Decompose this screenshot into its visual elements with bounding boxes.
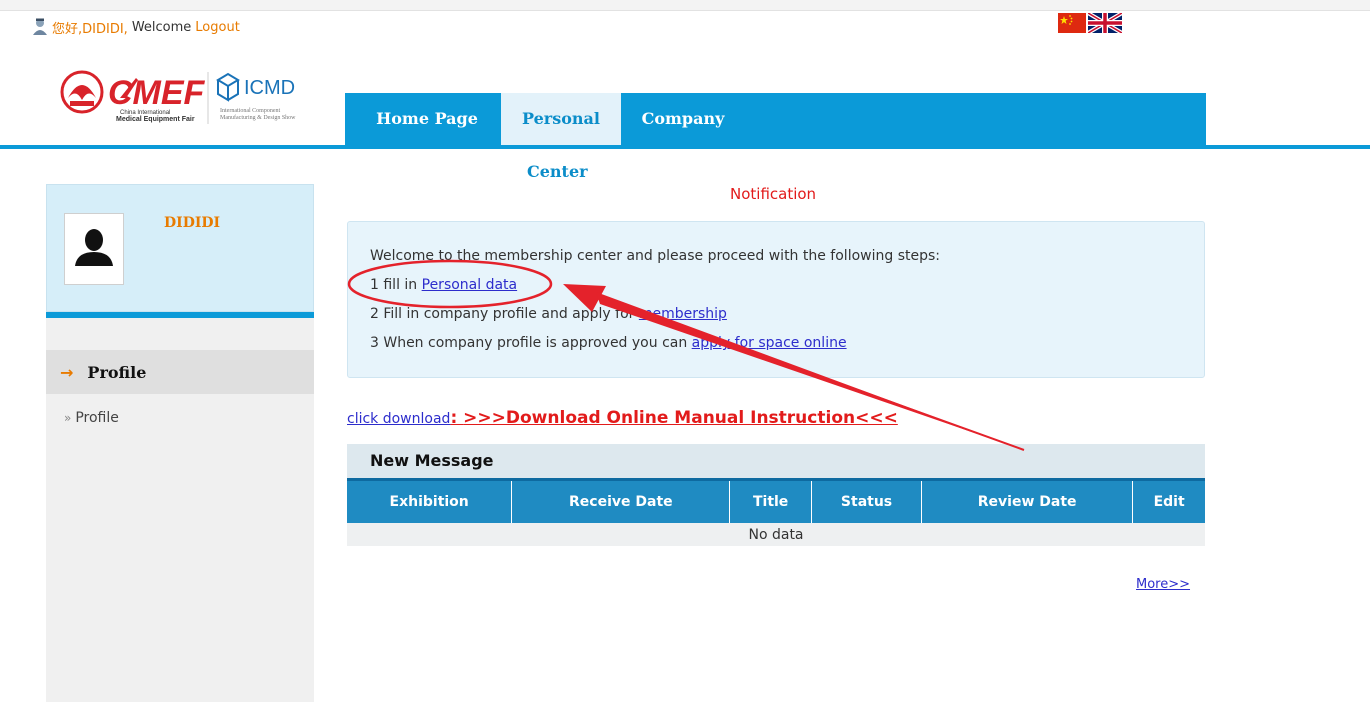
col-exhibition: Exhibition (347, 478, 513, 523)
new-message-panel: New Message Exhibition Receive Date Titl… (347, 444, 1205, 546)
apply-space-link[interactable]: apply for space online (692, 335, 847, 351)
nav-personal-center-overflow[interactable]: Center (527, 162, 588, 181)
col-review-date: Review Date (921, 478, 1134, 523)
new-message-title: New Message (347, 444, 1205, 478)
main-nav: Home Page Personal Company (345, 93, 1206, 145)
download-manual: click download: >>>Download Online Manua… (347, 408, 898, 428)
sidebar-section-label: Profile (87, 362, 147, 382)
sidebar-item-profile[interactable]: » Profile (64, 410, 119, 426)
avatar (64, 213, 124, 285)
nav-personal-center[interactable]: Personal (501, 93, 621, 145)
col-edit: Edit (1132, 478, 1205, 523)
download-manual-link[interactable]: >>>Download Online Manual Instruction<<< (463, 408, 898, 428)
username: DIDIDI (164, 215, 221, 231)
message-table: Exhibition Receive Date Title Status Rev… (347, 478, 1205, 546)
language-switcher (1058, 13, 1122, 33)
raquo-icon: » (64, 411, 72, 425)
download-lead-link[interactable]: click download (347, 411, 450, 427)
empty-message: No data (347, 523, 1205, 546)
notification-box: Welcome to the membership center and ple… (347, 221, 1205, 378)
step-3: 3 When company profile is approved you c… (370, 335, 847, 351)
greeting-text: 您好,DIDIDI, (52, 21, 128, 37)
notification-title: Notification (730, 185, 817, 203)
col-status: Status (811, 478, 923, 523)
user-icon (33, 18, 47, 35)
welcome-text: Welcome (131, 19, 192, 35)
col-receive-date: Receive Date (511, 478, 731, 523)
more-link[interactable]: More>> (1136, 577, 1190, 592)
membership-link[interactable]: membership (639, 306, 727, 322)
svg-text:Manufacturing & Design Show: Manufacturing & Design Show (220, 114, 296, 121)
sidebar: DIDIDI → Profile » Profile (46, 184, 314, 702)
svg-text:Medical Equipment Fair: Medical Equipment Fair (116, 116, 195, 123)
step-1: 1 fill in Personal data (370, 277, 518, 293)
step-2: 2 Fill in company profile and apply for … (370, 306, 727, 322)
sidebar-item-label: Profile (75, 410, 119, 426)
personal-data-link[interactable]: Personal data (422, 277, 518, 293)
arrow-right-icon: → (60, 362, 74, 382)
svg-text:CMEF: CMEF (108, 74, 206, 112)
message-table-header: Exhibition Receive Date Title Status Rev… (347, 478, 1205, 523)
col-title: Title (729, 478, 812, 523)
nav-home-page[interactable]: Home Page (367, 93, 487, 145)
table-row: No data (347, 523, 1205, 546)
svg-text:ICMD: ICMD (244, 77, 295, 99)
uk-flag-icon[interactable] (1088, 13, 1122, 33)
avatar-silhouette-icon (75, 229, 113, 266)
notification-intro: Welcome to the membership center and ple… (370, 248, 940, 264)
nav-company[interactable]: Company (633, 93, 733, 145)
user-greeting: 您好,DIDIDI, Welcome Logout (32, 16, 240, 38)
nav-underline (0, 145, 1370, 149)
logout-link[interactable]: Logout (195, 20, 240, 35)
svg-text:International Component: International Component (220, 108, 280, 114)
profile-stripe (46, 312, 314, 318)
sidebar-section-profile[interactable]: → Profile (46, 350, 314, 394)
chinese-flag-icon[interactable] (1058, 13, 1086, 33)
site-logo[interactable]: CMEF China International Medical Equipme… (60, 68, 320, 130)
top-strip (0, 0, 1370, 11)
profile-card: DIDIDI (46, 184, 314, 312)
cmef-icmd-logo-graphic: CMEF China International Medical Equipme… (60, 70, 296, 124)
download-colon: : (450, 408, 464, 428)
